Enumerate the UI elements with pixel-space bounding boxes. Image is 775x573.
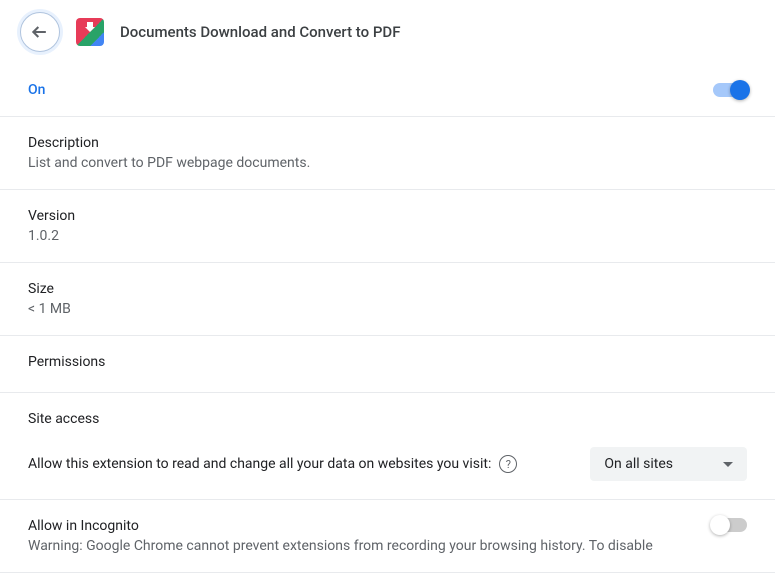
site-access-title: Site access xyxy=(28,411,747,427)
help-icon[interactable]: ? xyxy=(499,455,517,473)
permissions-title: Permissions xyxy=(28,354,747,370)
arrow-left-icon xyxy=(30,22,50,42)
status-toggle[interactable] xyxy=(713,83,747,97)
extension-title: Documents Download and Convert to PDF xyxy=(120,23,400,41)
description-value: List and convert to PDF webpage document… xyxy=(28,155,747,171)
size-title: Size xyxy=(28,281,747,297)
site-access-description: Allow this extension to read and change … xyxy=(28,456,491,472)
back-button[interactable] xyxy=(20,12,60,52)
extension-icon xyxy=(76,18,104,46)
version-value: 1.0.2 xyxy=(28,228,747,244)
size-value: < 1 MB xyxy=(28,301,747,317)
chevron-down-icon xyxy=(723,462,733,467)
incognito-warning: Warning: Google Chrome cannot prevent ex… xyxy=(28,538,689,554)
version-title: Version xyxy=(28,208,747,224)
incognito-toggle[interactable] xyxy=(713,518,747,532)
site-access-selected: On all sites xyxy=(604,456,673,472)
site-access-dropdown[interactable]: On all sites xyxy=(590,447,747,481)
incognito-title: Allow in Incognito xyxy=(28,518,689,534)
status-label: On xyxy=(28,82,45,98)
description-title: Description xyxy=(28,135,747,151)
